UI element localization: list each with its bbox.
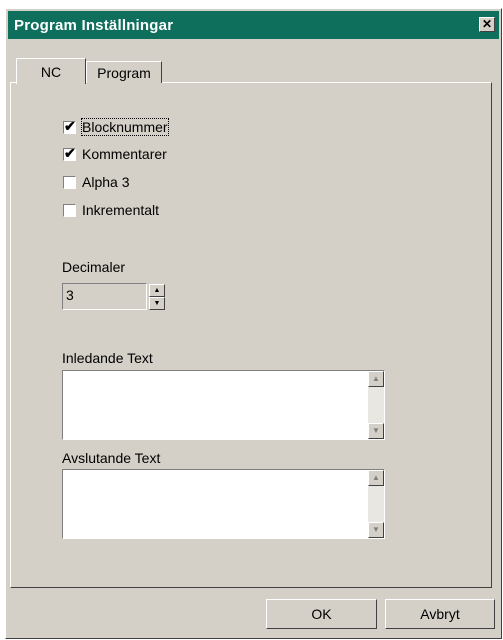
checkbox-label: Inkrementalt xyxy=(82,202,160,218)
checkbox-box[interactable]: ✔ xyxy=(63,144,76,161)
arrow-up-icon: ▲ xyxy=(372,374,380,383)
spin-down-button[interactable]: ▼ xyxy=(149,297,165,310)
closing-scrollbar[interactable]: ▲ ▼ xyxy=(368,470,384,538)
title-bar[interactable]: Program Inställningar ✕ xyxy=(8,11,499,39)
scroll-up-button[interactable]: ▲ xyxy=(368,470,384,486)
close-button[interactable]: ✕ xyxy=(479,17,495,32)
checkbox-box[interactable] xyxy=(63,175,76,189)
decimals-input[interactable]: 3 xyxy=(62,283,147,310)
scroll-down-button[interactable]: ▼ xyxy=(368,423,384,439)
checkbox-blocknummer[interactable]: ✔ Blocknummer xyxy=(63,117,169,136)
window-title: Program Inställningar xyxy=(14,16,174,34)
intro-text-area[interactable]: ▲ ▼ xyxy=(62,370,385,440)
arrow-down-icon: ▼ xyxy=(372,426,380,435)
check-icon: ✔ xyxy=(64,144,76,161)
checkbox-label: Kommentarer xyxy=(82,146,167,162)
check-icon: ✔ xyxy=(64,117,76,134)
spin-up-button[interactable]: ▲ xyxy=(149,284,165,297)
arrow-up-icon: ▲ xyxy=(372,473,380,482)
intro-scrollbar[interactable]: ▲ ▼ xyxy=(368,371,384,439)
checkbox-label: Alpha 3 xyxy=(82,174,130,190)
cancel-button-label: Avbryt xyxy=(420,606,460,622)
tab-nc-label: NC xyxy=(40,63,62,80)
checkbox-box[interactable] xyxy=(63,203,76,217)
close-icon: ✕ xyxy=(481,17,493,31)
tab-program-label: Program xyxy=(97,64,151,81)
checkbox-inkrementalt[interactable]: Inkrementalt xyxy=(63,201,159,219)
scroll-up-button[interactable]: ▲ xyxy=(368,371,384,387)
checkbox-kommentarer[interactable]: ✔ Kommentarer xyxy=(63,145,167,163)
closing-text-area[interactable]: ▲ ▼ xyxy=(62,469,385,539)
ok-button[interactable]: OK xyxy=(266,599,377,629)
arrow-down-icon: ▼ xyxy=(153,300,161,307)
checkbox-label: Blocknummer xyxy=(81,118,169,136)
tab-program[interactable]: Program xyxy=(86,61,162,83)
ok-button-label: OK xyxy=(311,606,332,622)
cancel-button[interactable]: Avbryt xyxy=(385,599,495,629)
checkbox-alpha-3[interactable]: Alpha 3 xyxy=(63,173,129,191)
intro-text-label: Inledande Text xyxy=(62,350,153,366)
closing-text-label: Avslutande Text xyxy=(62,450,161,466)
checkbox-box[interactable]: ✔ xyxy=(63,117,76,134)
arrow-down-icon: ▼ xyxy=(372,525,380,534)
scroll-down-button[interactable]: ▼ xyxy=(368,522,384,538)
decimals-label: Decimaler xyxy=(62,259,126,275)
tab-nc[interactable]: NC xyxy=(16,58,86,84)
arrow-up-icon: ▲ xyxy=(153,287,161,294)
